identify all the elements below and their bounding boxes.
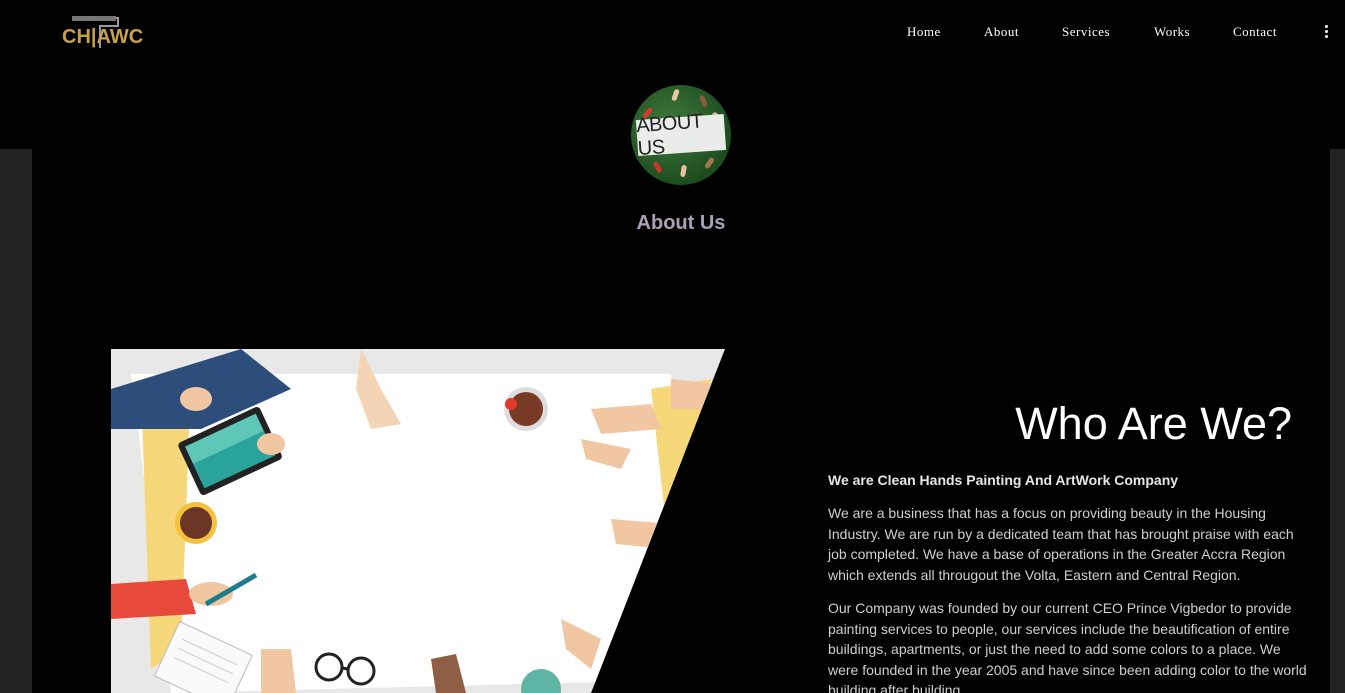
logo[interactable]: CH|AWC: [62, 14, 144, 54]
page: CH|AWC Home About Services Works Contact…: [0, 0, 1345, 693]
nav-services[interactable]: Services: [1062, 24, 1110, 40]
about-us-badge-image: ABOUT US: [631, 85, 731, 185]
header: CH|AWC Home About Services Works Contact: [0, 0, 1345, 70]
more-menu-icon[interactable]: [1320, 25, 1332, 43]
nav-contact[interactable]: Contact: [1233, 24, 1277, 40]
nav-about[interactable]: About: [984, 24, 1019, 40]
about-paragraph-2: Our Company was founded by our current C…: [828, 600, 1307, 693]
about-us-badge-text: ABOUT US: [636, 110, 727, 160]
section-title: About Us: [636, 212, 726, 234]
who-are-we-heading: Who Are We?: [1015, 398, 1292, 449]
about-paragraph-1: We are a business that has a focus on pr…: [828, 505, 1294, 583]
nav-works[interactable]: Works: [1154, 24, 1190, 40]
team-meeting-illustration: [111, 349, 725, 693]
nav-home[interactable]: Home: [907, 24, 941, 40]
company-subheading: We are Clean Hands Painting And ArtWork …: [828, 472, 1179, 488]
logo-text: CH|AWC: [62, 26, 144, 48]
